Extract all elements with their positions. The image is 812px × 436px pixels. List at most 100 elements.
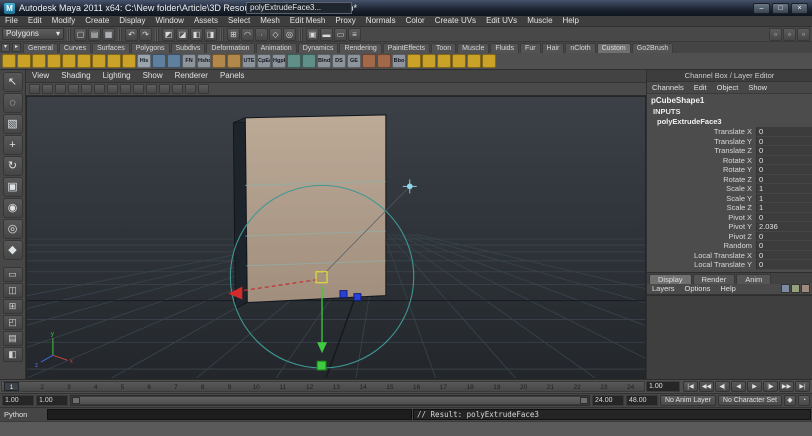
shelf-tab[interactable]: Polygons xyxy=(131,43,170,53)
shelf-button[interactable]: Blnd xyxy=(317,54,331,68)
shelf-button[interactable] xyxy=(407,54,421,68)
auto-keyframe-icon[interactable]: ◆ xyxy=(784,395,796,406)
shelf-button[interactable]: Bbo xyxy=(392,54,406,68)
playback-button[interactable]: ▶| xyxy=(795,381,810,392)
shelf-button[interactable] xyxy=(17,54,31,68)
menu-item[interactable]: Create xyxy=(80,16,114,26)
shelf-button[interactable] xyxy=(122,54,136,68)
shelf-button[interactable] xyxy=(212,54,226,68)
tool-icon[interactable]: + xyxy=(3,135,23,155)
shelf-button[interactable] xyxy=(467,54,481,68)
frame-number[interactable]: 10 xyxy=(243,382,270,391)
snap-icon[interactable]: ◇ xyxy=(269,28,282,41)
shelf-button[interactable] xyxy=(2,54,16,68)
panel-toolbar-icon[interactable] xyxy=(172,84,183,94)
channel-value-field[interactable]: 0 xyxy=(756,156,812,166)
panel-toolbar-icon[interactable] xyxy=(146,84,157,94)
menu-item[interactable]: File xyxy=(0,16,23,26)
shelf-button[interactable] xyxy=(287,54,301,68)
menu-item[interactable]: Color xyxy=(401,16,430,26)
menu-item[interactable]: Muscle xyxy=(522,16,557,26)
shelf-button[interactable] xyxy=(167,54,181,68)
character-set-dropdown[interactable]: No Character Set xyxy=(718,395,782,406)
panel-toolbar-icon[interactable] xyxy=(94,84,105,94)
shelf-tab[interactable]: Muscle xyxy=(457,43,489,53)
channel-value-field[interactable]: 0 xyxy=(756,146,812,156)
playback-start-field[interactable]: 1.00 xyxy=(36,395,68,406)
channel-value-field[interactable]: 1 xyxy=(756,184,812,194)
frame-number[interactable]: 9 xyxy=(216,382,243,391)
create-layer-icon[interactable] xyxy=(801,284,810,293)
frame-number[interactable]: 18 xyxy=(457,382,484,391)
channel-value-field[interactable]: 0 xyxy=(756,175,812,185)
render-icon[interactable]: ▣ xyxy=(306,28,319,41)
sidebar-toggle-icon[interactable]: ▫ xyxy=(783,28,796,41)
shelf-tab[interactable]: Hair xyxy=(542,43,565,53)
render-icon[interactable]: ▬ xyxy=(320,28,333,41)
menu-item[interactable]: Edit xyxy=(23,16,47,26)
file-operation-icon[interactable]: ▤ xyxy=(88,28,101,41)
panel-toolbar-icon[interactable] xyxy=(198,84,209,94)
quick-selection-field[interactable]: polyExtrudeFace3... xyxy=(246,2,352,14)
shelf-button[interactable]: GE xyxy=(347,54,361,68)
create-layer-icon[interactable] xyxy=(781,284,790,293)
panel-menu-item[interactable]: Lighting xyxy=(97,70,137,82)
channel-name[interactable]: Rotate X xyxy=(647,156,756,166)
playback-button[interactable]: ◀ xyxy=(731,381,746,392)
playback-button[interactable]: ▶ xyxy=(747,381,762,392)
panel-toolbar-icon[interactable] xyxy=(29,84,40,94)
frame-number[interactable]: 3 xyxy=(56,382,83,391)
shelf-button[interactable]: His xyxy=(137,54,151,68)
scene-3d-view[interactable]: y x z xyxy=(27,97,645,378)
anim-layer-dropdown[interactable]: No Anim Layer xyxy=(660,395,716,406)
anim-start-field[interactable]: 1.00 xyxy=(2,395,34,406)
command-input[interactable] xyxy=(47,409,412,420)
layer-list[interactable] xyxy=(647,295,812,380)
frame-number[interactable]: 4 xyxy=(82,382,109,391)
menu-item[interactable]: Edit UVs xyxy=(481,16,522,26)
playback-button[interactable]: |◀ xyxy=(683,381,698,392)
channel-value-field[interactable]: 2.036 xyxy=(756,222,812,232)
frame-number[interactable]: 19 xyxy=(484,382,511,391)
undo-redo-icon[interactable]: ↷ xyxy=(139,28,152,41)
selection-mode-dropdown[interactable]: Polygons ▾ xyxy=(2,28,64,40)
manipulator-z-handle[interactable] xyxy=(340,291,347,298)
frame-number[interactable]: 7 xyxy=(163,382,190,391)
shelf-tab[interactable]: Deformation xyxy=(206,43,254,53)
range-slider-track[interactable] xyxy=(70,395,590,406)
shelf-tab[interactable]: PaintEffects xyxy=(383,43,430,53)
tool-icon[interactable]: ↖ xyxy=(3,72,23,92)
shelf-tab[interactable]: Fur xyxy=(520,43,541,53)
shelf-tab[interactable]: nCloth xyxy=(565,43,595,53)
shelf-button[interactable] xyxy=(152,54,166,68)
frame-number[interactable]: 24 xyxy=(617,382,644,391)
panel-toolbar-icon[interactable] xyxy=(120,84,131,94)
manipulator-y-scale-handle[interactable] xyxy=(317,361,326,370)
layer-editor-menu-item[interactable]: Help xyxy=(715,284,740,294)
status-separator[interactable] xyxy=(67,28,71,41)
shape-node-name[interactable]: pCubeShape1 xyxy=(647,94,812,106)
channel-name[interactable]: Scale Z xyxy=(647,203,756,213)
frame-number[interactable]: 23 xyxy=(591,382,618,391)
channel-name[interactable]: Pivot Z xyxy=(647,232,756,242)
playback-button[interactable]: ▶▶ xyxy=(779,381,794,392)
channel-name[interactable]: Rotate Y xyxy=(647,165,756,175)
menu-item[interactable]: Edit Mesh xyxy=(285,16,331,26)
channel-name[interactable]: Pivot Y xyxy=(647,222,756,232)
panel-toolbar-icon[interactable] xyxy=(68,84,79,94)
channel-value-field[interactable]: 0 xyxy=(756,127,812,137)
layout-shortcut-icon[interactable]: ⊞ xyxy=(3,299,23,314)
shelf-tab[interactable]: Surfaces xyxy=(92,43,130,53)
shelf-button[interactable] xyxy=(377,54,391,68)
channel-name[interactable]: Translate Y xyxy=(647,137,756,147)
channel-box-menu-item[interactable]: Channels xyxy=(647,82,689,93)
layer-editor-menu-item[interactable]: Layers xyxy=(647,284,680,294)
channel-value-field[interactable]: 0 xyxy=(756,137,812,147)
frame-number[interactable]: 13 xyxy=(323,382,350,391)
shelf-button[interactable] xyxy=(227,54,241,68)
channel-value-field[interactable]: 1 xyxy=(756,203,812,213)
menu-item[interactable]: Create UVs xyxy=(430,16,481,26)
shelf-button[interactable]: FN xyxy=(182,54,196,68)
range-handle-left[interactable] xyxy=(72,397,80,404)
status-separator[interactable] xyxy=(155,28,159,41)
